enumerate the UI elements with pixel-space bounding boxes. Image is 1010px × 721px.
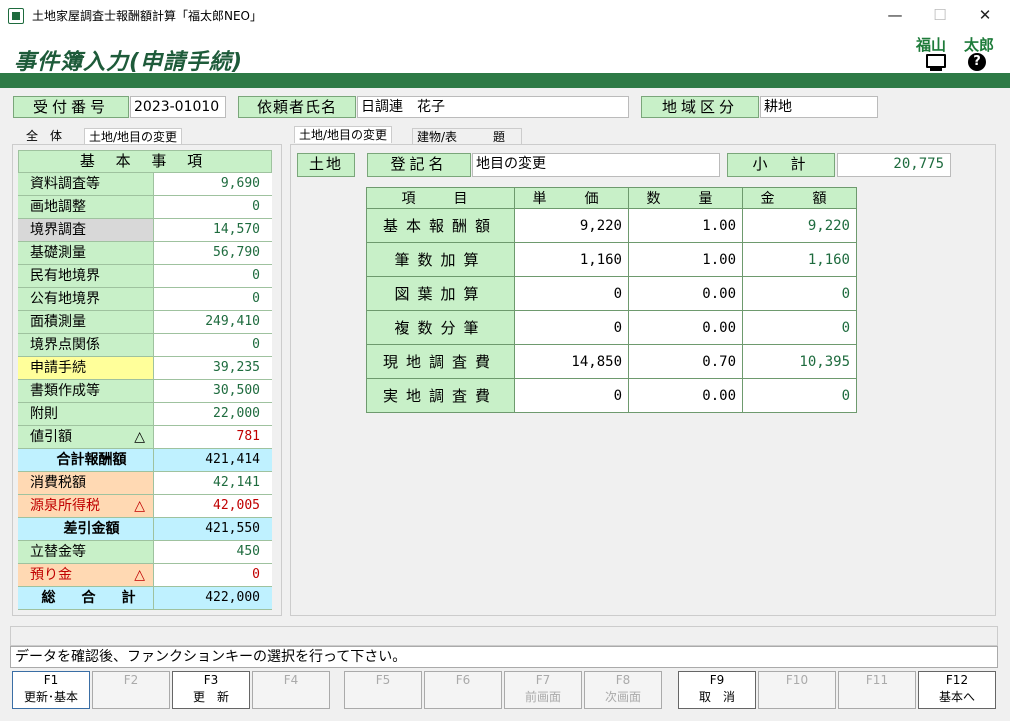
registration-field[interactable]: 地目の変更 [472,153,720,177]
table-row[interactable]: 実地調査費 0 0.00 0 [366,378,857,413]
f6-button[interactable]: F6 [424,671,502,709]
f4-button[interactable]: F4 [252,671,330,709]
user-given-name: 太郎 [964,36,995,54]
region-field[interactable]: 耕地 [760,96,878,118]
row-consumption-tax: 消費税額 42,141 [18,472,272,495]
monitor-stand [930,68,942,71]
row-public-boundary: 公有地境界 0 [18,288,272,311]
tab-land-change-left[interactable]: 土地/地目の変更 [84,128,183,145]
row-grand-total: 総 合 計 422,000 [18,587,272,610]
maximize-button[interactable]: ☐ [925,4,955,26]
f11-button[interactable]: F11 [838,671,916,709]
f7-button[interactable]: F7 前画面 [504,671,582,709]
table-row[interactable]: 複数分筆 0 0.00 0 [366,310,857,345]
summary-header: 基 本 事 項 [18,150,272,173]
row-research: 資料調査等 9,690 [18,173,272,196]
row-documents: 書類作成等 30,500 [18,380,272,403]
f1-button[interactable]: F1 更新･基本 [12,671,90,709]
tab-building[interactable]: 建物/表 題 [412,128,522,145]
table-row[interactable]: 現地調査費 14,850 0.70 10,395 [366,344,857,379]
deposit-triangle: △ [134,567,145,583]
help-icon[interactable]: ? [968,53,986,71]
f2-button[interactable]: F2 [92,671,170,709]
row-boundary-points: 境界点関係 0 [18,334,272,357]
row-total-fee: 合計報酬額 421,414 [18,449,272,472]
f3-button[interactable]: F3 更 新 [172,671,250,709]
registration-label: 登記名 [367,153,471,177]
row-base-survey: 基礎測量 56,790 [18,242,272,265]
monitor-icon[interactable] [926,54,946,68]
status-line-upper [10,626,998,646]
subtotal-field: 20,775 [837,153,951,177]
discount-triangle: △ [134,429,145,445]
f12-button[interactable]: F12 基本へ [918,671,996,709]
page-title: 事件簿入力(申請手続) [14,50,244,75]
row-application[interactable]: 申請手続 39,235 [18,357,272,380]
row-withholding-tax: 源泉所得税 △ 42,005 [18,495,272,518]
user-surname: 福山 [916,36,947,54]
receipt-number-field[interactable]: 2023-01010 [130,96,226,118]
table-row[interactable]: 筆数加算 1,160 1.00 1,160 [366,242,857,277]
region-label: 地域区分 [641,96,759,118]
client-name-field[interactable]: 日調連 花子 [357,96,629,118]
receipt-number-label: 受付番号 [13,96,129,118]
header-divider [0,73,1010,88]
row-plot-adjust: 画地調整 0 [18,196,272,219]
window-title: 土地家屋調査士報酬額計算「福太郎NEO」 [32,9,263,23]
row-private-boundary: 民有地境界 0 [18,265,272,288]
f9-button[interactable]: F9 取 消 [678,671,756,709]
withholding-triangle: △ [134,498,145,514]
row-advance: 立替金等 450 [18,541,272,564]
tab-overall[interactable]: 全 体 [22,128,67,144]
row-area-survey: 面積測量 249,410 [18,311,272,334]
table-row[interactable]: 基本報酬額 9,220 1.00 9,220 [366,208,857,243]
table-row[interactable]: 図葉加算 0 0.00 0 [366,276,857,311]
f10-button[interactable]: F10 [758,671,836,709]
row-net-amount: 差引金額 421,550 [18,518,272,541]
tab-land-change[interactable]: 土地/地目の変更 [294,126,393,143]
app-icon [8,8,24,24]
row-boundary-survey: 境界調査 14,570 [18,219,272,242]
fee-detail-table: 項 目 単 価 数 量 金 額 基本報酬額 9,220 1.00 9,220 筆数加算… [366,187,857,413]
land-label: 土地 [297,153,355,177]
status-message: データを確認後、ファンクションキーの選択を行って下さい。 [10,646,998,668]
subtotal-label: 小 計 [727,153,835,177]
row-supplementary: 附則 22,000 [18,403,272,426]
f8-button[interactable]: F8 次画面 [584,671,662,709]
row-deposit: 預り金 △ 0 [18,564,272,587]
close-button[interactable]: ✕ [970,4,1000,26]
table-header: 項 目 単 価 数 量 金 額 [366,187,857,209]
f5-button[interactable]: F5 [344,671,422,709]
client-name-label: 依頼者氏名 [238,96,356,118]
row-discount: 値引額 △ 781 [18,426,272,449]
minimize-button[interactable]: — [880,4,910,26]
